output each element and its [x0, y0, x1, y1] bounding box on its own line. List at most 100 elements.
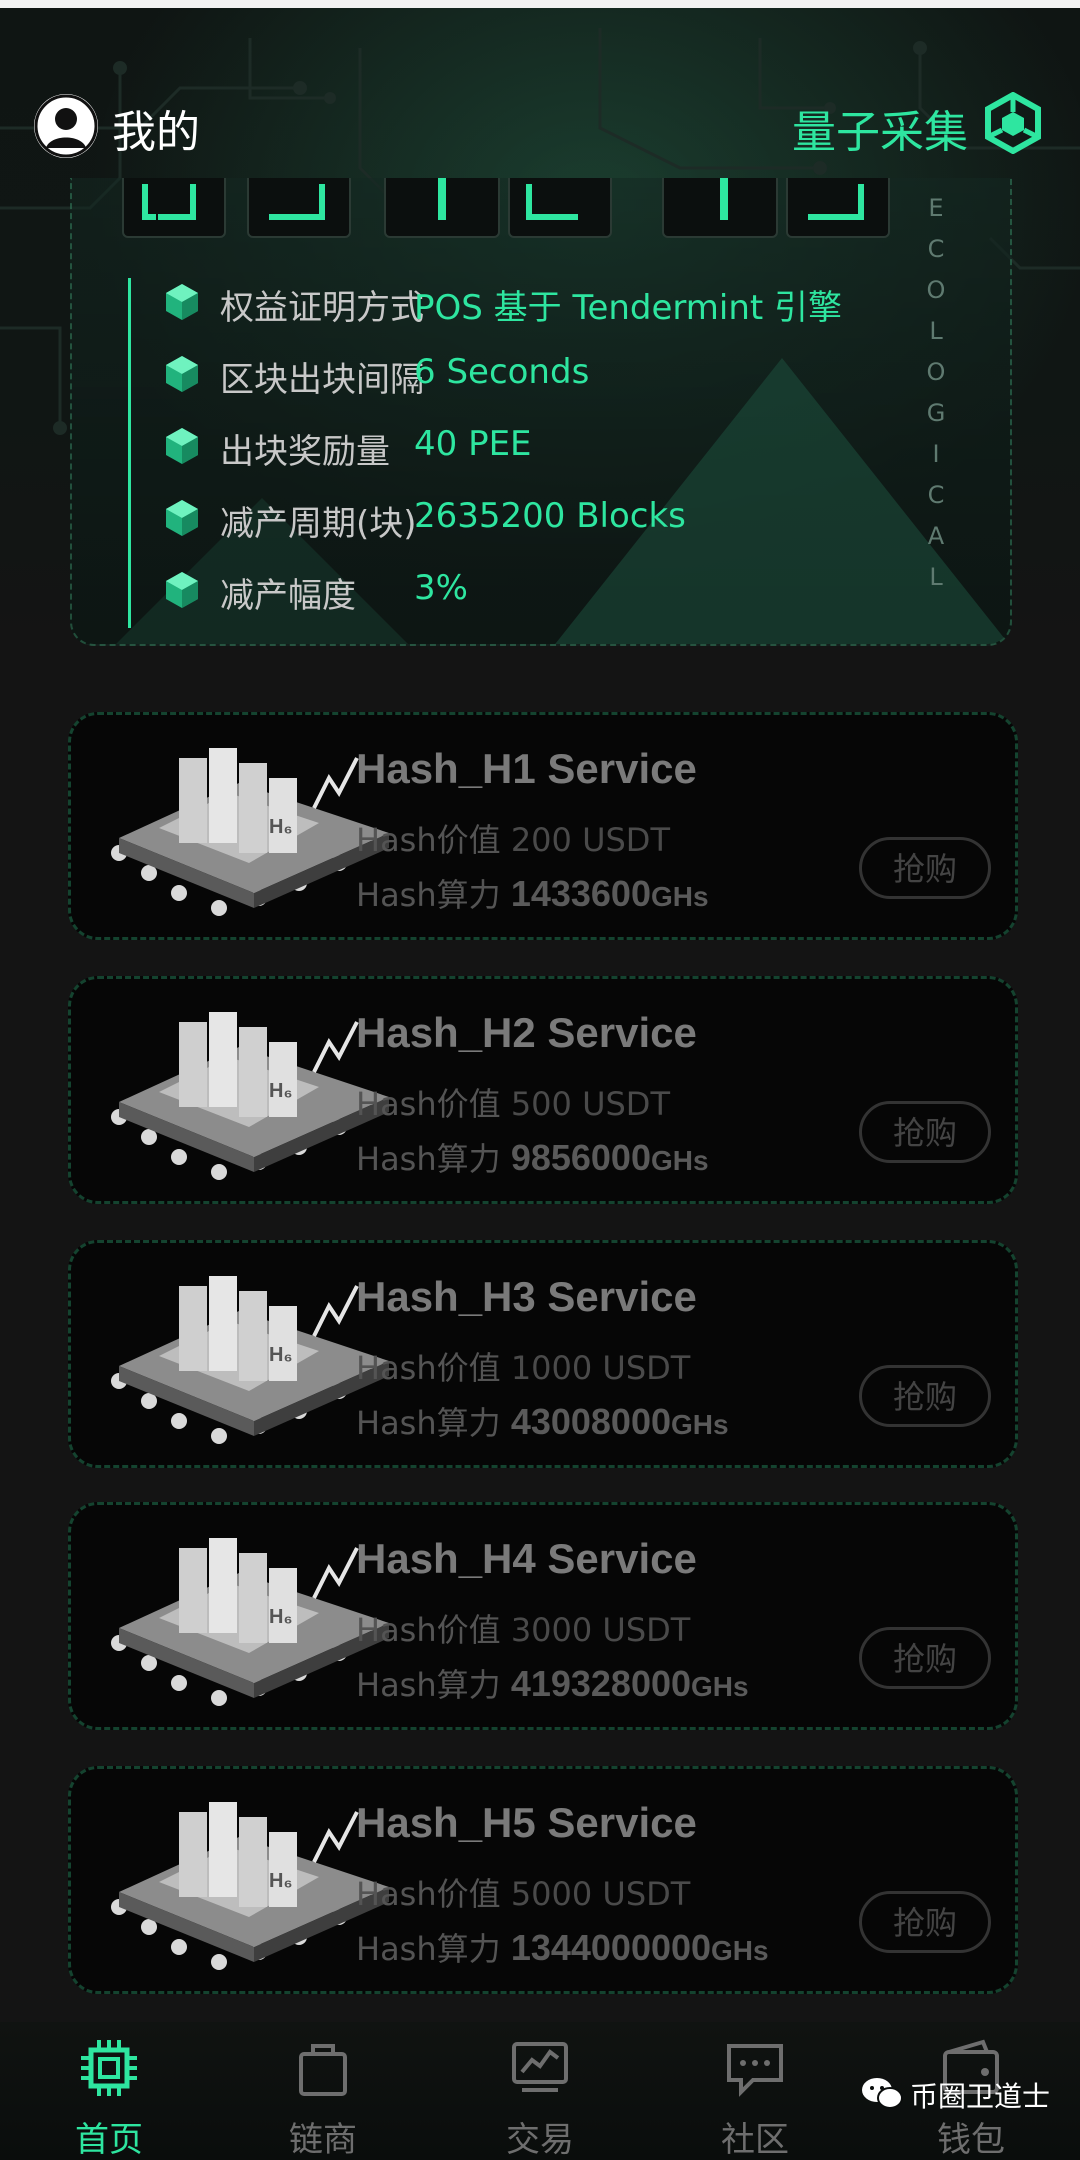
buy-button[interactable]: 抢购: [859, 1627, 991, 1689]
counter-digit: [786, 178, 890, 238]
info-row-block-reward: 出块奖励量 40 PEE: [164, 422, 954, 474]
cube-icon[interactable]: [982, 92, 1044, 154]
product-name: Hash_H2 Service: [356, 1009, 697, 1056]
block-counter-display: [122, 178, 962, 246]
info-label: 减产幅度: [220, 576, 356, 616]
hash-unit: GHs: [650, 881, 709, 912]
product-price: Hash价值 500 USDT: [356, 1079, 670, 1125]
info-value: 6 Seconds: [414, 352, 590, 392]
product-price: Hash价值 5000 USDT: [356, 1869, 690, 1915]
chain-info-panel: ECOLOGICAL 权益证明方式 POS 基于 Tendermint 引擎 区…: [70, 178, 1012, 646]
nav-item-merchant[interactable]: 链商: [248, 2032, 398, 2160]
nav-item-trade[interactable]: 交易: [465, 2032, 615, 2160]
info-label: 权益证明方式: [220, 288, 424, 328]
price-label: Hash价值: [356, 1349, 501, 1387]
hash-label: Hash算力: [356, 1404, 501, 1442]
hash-unit: GHs: [711, 1935, 769, 1966]
nav-item-community[interactable]: 社区: [680, 2032, 830, 2160]
hash-value: 1433600: [510, 873, 651, 914]
gem-icon: [166, 356, 198, 392]
svg-text:H₆: H₆: [269, 1870, 293, 1892]
price-value: 200 USDT: [510, 821, 670, 859]
price-label: Hash价值: [356, 1875, 501, 1913]
info-row-consensus: 权益证明方式 POS 基于 Tendermint 引擎: [164, 278, 954, 330]
buy-button[interactable]: 抢购: [859, 1365, 991, 1427]
counter-digit: [508, 178, 612, 238]
nav-label: 链商: [289, 2120, 357, 2160]
user-icon: [34, 94, 98, 158]
app-root: 我的 量子采集 E C O L O G I C A L 权益证明方式 POS 基…: [0, 0, 1080, 2160]
info-row-reduction-rate: 减产幅度 3%: [164, 566, 954, 618]
avatar[interactable]: [34, 94, 98, 158]
hash-unit: GHs: [691, 1671, 749, 1702]
product-price: Hash价值 1000 USDT: [356, 1343, 690, 1389]
chat-icon: [727, 2044, 783, 2097]
hash-value: 419328000: [510, 1663, 692, 1704]
hash-value: 1344000000: [510, 1927, 712, 1968]
hash-value: 9856000: [510, 1137, 651, 1178]
product-name: Hash_H5 Service: [356, 1799, 697, 1846]
nav-item-home[interactable]: 首页: [34, 2032, 184, 2160]
info-label: 出块奖励量: [220, 432, 390, 472]
gem-icon: [166, 500, 198, 536]
product-name: Hash_H3 Service: [356, 1273, 697, 1320]
shopping-bag-icon: [299, 2044, 347, 2096]
info-value: 2635200 Blocks: [414, 496, 686, 536]
hash-unit: GHs: [670, 1409, 729, 1440]
gem-icon: [166, 284, 198, 320]
price-value: 5000 USDT: [510, 1875, 691, 1913]
product-name: Hash_H4 Service: [356, 1535, 697, 1582]
product-card-h2[interactable]: H₆ Hash_H2 Service Hash价值 500 USDT Hash算…: [68, 976, 1018, 1204]
gem-icon: [166, 428, 198, 464]
price-value: 500 USDT: [510, 1085, 670, 1123]
svg-text:H₆: H₆: [269, 1606, 293, 1628]
top-header: 我的 量子采集: [0, 80, 1080, 180]
chip-icon: [81, 2040, 137, 2096]
product-hashrate: Hash算力 9856000GHs: [356, 1134, 709, 1180]
watermark-text: 币圈卫道士: [910, 2080, 1051, 2113]
info-value: 40 PEE: [414, 424, 532, 464]
buy-button[interactable]: 抢购: [859, 1101, 991, 1163]
price-label: Hash价值: [356, 1611, 501, 1649]
product-price: Hash价值 3000 USDT: [356, 1605, 690, 1651]
product-card-h4[interactable]: H₆ Hash_H4 Service Hash价值 3000 USDT Hash…: [68, 1502, 1018, 1730]
price-value: 1000 USDT: [510, 1349, 691, 1387]
product-hashrate: Hash算力 419328000GHs: [356, 1660, 749, 1706]
price-value: 3000 USDT: [510, 1611, 691, 1649]
chart-icon: [512, 2042, 568, 2092]
quantum-collect-link[interactable]: 量子采集: [792, 96, 968, 160]
product-price: Hash价值 200 USDT: [356, 815, 670, 861]
counter-digit: [662, 178, 778, 238]
product-name: Hash_H1 Service: [356, 745, 697, 792]
product-hashrate: Hash算力 1433600GHs: [356, 870, 709, 916]
nav-label: 首页: [75, 2120, 143, 2160]
info-value: POS 基于 Tendermint 引擎: [414, 288, 843, 328]
hash-unit: GHs: [650, 1145, 709, 1176]
hash-value: 43008000: [510, 1401, 671, 1442]
product-card-h3[interactable]: H₆ Hash_H3 Service Hash价值 1000 USDT Hash…: [68, 1240, 1018, 1468]
price-label: Hash价值: [356, 1085, 501, 1123]
info-value: 3%: [414, 568, 468, 608]
product-card-h5[interactable]: H₆ Hash_H5 Service Hash价值 5000 USDT Hash…: [68, 1766, 1018, 1994]
product-hashrate: Hash算力 1344000000GHs: [356, 1924, 769, 1970]
price-label: Hash价值: [356, 821, 501, 859]
buy-button[interactable]: 抢购: [859, 837, 991, 899]
info-row-halving-period: 减产周期(块) 2635200 Blocks: [164, 494, 954, 546]
hash-label: Hash算力: [356, 1140, 501, 1178]
vertical-letter: E: [928, 194, 952, 222]
nav-label: 钱包: [937, 2120, 1005, 2160]
svg-text:H₆: H₆: [269, 1344, 293, 1366]
hash-label: Hash算力: [356, 1930, 501, 1968]
buy-button[interactable]: 抢购: [859, 1891, 991, 1953]
counter-digit: [384, 178, 500, 238]
info-row-block-interval: 区块出块间隔 6 Seconds: [164, 350, 954, 402]
panel-accent-line: [128, 278, 131, 628]
svg-text:H₆: H₆: [269, 816, 293, 838]
product-hashrate: Hash算力 43008000GHs: [356, 1398, 729, 1444]
info-label: 区块出块间隔: [220, 360, 424, 400]
vertical-letter: C: [927, 235, 953, 263]
my-profile-link[interactable]: 我的: [112, 96, 200, 160]
hash-label: Hash算力: [356, 876, 501, 914]
counter-digit: [122, 178, 226, 238]
product-card-h1[interactable]: H₆ Hash_H1 Service Hash价值 200 USDT Hash算…: [68, 712, 1018, 940]
